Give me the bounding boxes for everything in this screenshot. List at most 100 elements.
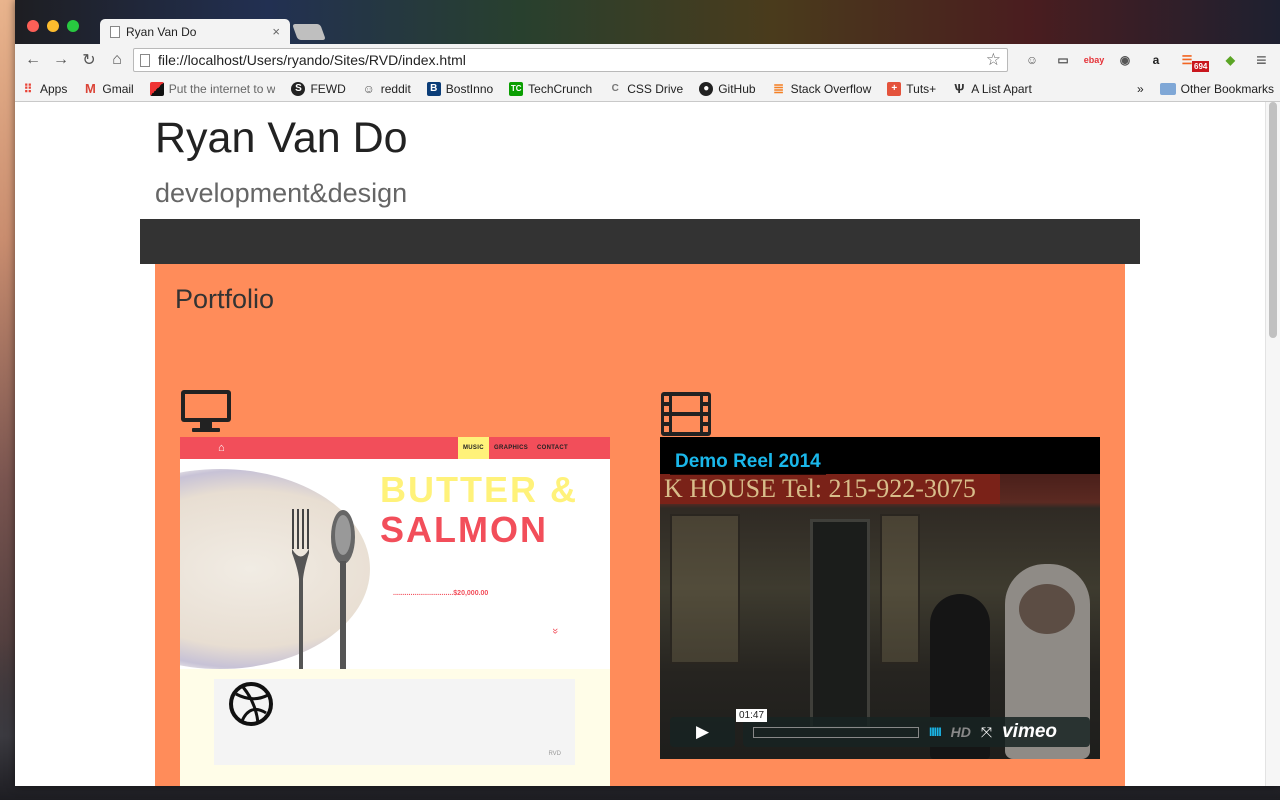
url-text[interactable]: file://localhost/Users/ryando/Sites/RVD/… <box>158 52 978 68</box>
page-scrollbar[interactable] <box>1265 102 1280 786</box>
spoon-image <box>331 510 355 669</box>
site-title: Ryan Van Do <box>155 114 408 162</box>
monkey-extension-icon[interactable]: ☺ <box>1022 50 1042 70</box>
bookmark-tuts[interactable]: + Tuts+ <box>887 81 937 96</box>
bookmark-apps[interactable]: ⠿ Apps <box>21 81 68 96</box>
monkey-face <box>1019 584 1075 634</box>
video-control-bar: 01:47 IIIII HD ⤧ vimeo <box>736 708 1090 747</box>
techcrunch-icon: TC <box>509 81 524 96</box>
cssdrive-icon: C <box>611 83 619 94</box>
home-icon: ⌂ <box>218 442 225 454</box>
bookmark-label: TechCrunch <box>528 81 593 96</box>
bookmark-label: FEWD <box>310 81 346 96</box>
bookmark-label: A List Apart <box>971 81 1032 96</box>
reload-button[interactable]: ↻ <box>77 48 101 72</box>
bookmark-label: BostInno <box>445 81 494 96</box>
scroll-down-chevron-icon: » <box>549 627 562 635</box>
bookmark-label: Tuts+ <box>906 81 937 96</box>
bookmark-label: Stack Overflow <box>790 81 872 96</box>
ebay-icon[interactable]: ebay <box>1084 50 1105 70</box>
tab-close-icon[interactable]: × <box>272 24 280 39</box>
portfolio-section: Portfolio ⌂ MUSIC GRAPHICS CONTACT BUTTE… <box>155 264 1125 786</box>
bookmark-label: Apps <box>40 81 68 96</box>
video-timecode: 01:47 <box>736 708 768 722</box>
bookmark-star-icon[interactable]: ☆ <box>986 50 1001 70</box>
project-nav-contact: CONTACT <box>537 445 568 451</box>
fullscreen-icon[interactable]: ⤧ <box>981 724 992 741</box>
shop-window <box>670 514 740 664</box>
close-window-button[interactable] <box>27 20 39 32</box>
back-button[interactable]: ← <box>21 48 45 72</box>
fork-image <box>292 509 309 669</box>
cast-icon[interactable]: ▭ <box>1053 50 1073 70</box>
bookmark-gmail[interactable]: M Gmail <box>83 81 134 96</box>
bookmarks-overflow-button[interactable]: » <box>1137 82 1144 96</box>
fewd-icon: S <box>291 81 306 96</box>
bookmarks-bar: ⠿ Apps M Gmail Put the internet to w S F… <box>15 76 1280 102</box>
pointer-icon <box>149 81 164 96</box>
bookmark-label: GitHub <box>718 81 756 96</box>
bookmark-reddit[interactable]: ☺ reddit <box>362 82 411 96</box>
scrollbar-thumb[interactable] <box>1269 102 1277 338</box>
bostinno-icon: B <box>426 81 441 96</box>
project-nav-graphics: GRAPHICS <box>494 445 529 451</box>
vimeo-video-player[interactable]: K HOUSE Tel: 215-922-3075 Demo Reel 2014… <box>660 437 1100 759</box>
tab-title: Ryan Van Do <box>126 24 197 39</box>
github-icon: ● <box>699 81 714 96</box>
extension-icons: ☺ ▭ ebay ◉ a ☰ 694 ◆ ≡ <box>1022 49 1271 72</box>
tab-strip: Ryan Van Do × <box>15 0 1280 44</box>
home-button[interactable]: ⌂ <box>105 48 129 72</box>
storefront-sign: K HOUSE Tel: 215-922-3075 <box>660 474 1000 504</box>
hd-toggle[interactable]: HD <box>951 724 971 740</box>
dribbble-panel: RVD <box>214 679 575 765</box>
bookmark-techcrunch[interactable]: TC TechCrunch <box>509 81 593 96</box>
bookmark-label: Other Bookmarks <box>1180 81 1274 96</box>
bookmark-css-drive[interactable]: C CSS Drive <box>608 81 684 96</box>
video-progress-bar[interactable]: 01:47 <box>736 708 919 738</box>
web-project-card[interactable]: ⌂ MUSIC GRAPHICS CONTACT BUTTER & SALMON… <box>180 437 610 786</box>
stackoverflow-icon: ≣ <box>773 80 785 96</box>
reddit-icon: ☺ <box>362 81 375 96</box>
shop-door <box>810 519 870 729</box>
new-tab-button[interactable] <box>292 24 326 40</box>
bookmark-stack-overflow[interactable]: ≣ Stack Overflow <box>772 80 872 96</box>
film-strip-icon <box>661 392 711 436</box>
tuts-icon: + <box>887 81 902 96</box>
project-lower-section: RVD <box>180 669 610 786</box>
evernote-icon[interactable]: ◆ <box>1220 50 1240 70</box>
tab-ryan-van-do[interactable]: Ryan Van Do × <box>100 19 290 44</box>
bookmark-fewd[interactable]: S FEWD <box>291 81 346 96</box>
minimize-window-button[interactable] <box>47 20 59 32</box>
forward-button[interactable]: → <box>49 48 73 72</box>
chrome-menu-icon[interactable]: ≡ <box>1251 50 1271 70</box>
site-navbar <box>140 219 1140 264</box>
bookmark-put-the-internet[interactable]: Put the internet to w <box>149 81 276 96</box>
other-bookmarks-folder[interactable]: Other Bookmarks <box>1159 81 1274 96</box>
rss-count-badge: 694 <box>1192 60 1210 72</box>
zoom-window-button[interactable] <box>67 20 79 32</box>
document-icon <box>110 25 120 38</box>
volume-icon[interactable]: IIIII <box>929 725 942 739</box>
play-button[interactable]: ▶ <box>670 717 735 747</box>
address-bar[interactable]: file://localhost/Users/ryando/Sites/RVD/… <box>133 48 1008 72</box>
project-nav-music: MUSIC <box>458 437 489 459</box>
dribbble-icon <box>229 682 273 726</box>
project-headline-butter: BUTTER & <box>380 469 578 510</box>
bookmark-github[interactable]: ● GitHub <box>699 81 756 96</box>
bookmark-bostinno[interactable]: B BostInno <box>426 81 494 96</box>
bookmark-label: Put the internet to w <box>168 81 276 96</box>
alistapart-icon: Ѱ <box>953 81 965 96</box>
video-controls: ▶ 01:47 IIIII HD ⤧ vimeo <box>670 708 1090 747</box>
page-viewport: Ryan Van Do development&design Portfolio <box>15 102 1265 786</box>
folder-icon <box>1159 82 1176 95</box>
bookmark-label: reddit <box>380 81 411 96</box>
site-subtitle: development&design <box>155 178 408 208</box>
project-nav: ⌂ MUSIC GRAPHICS CONTACT <box>180 437 610 459</box>
vimeo-logo[interactable]: vimeo <box>1002 721 1057 743</box>
shield-extension-icon[interactable]: ◉ <box>1115 50 1135 70</box>
bookmark-label: CSS Drive <box>627 81 684 96</box>
video-title[interactable]: Demo Reel 2014 <box>670 449 826 475</box>
gmail-icon: M <box>84 81 96 96</box>
bookmark-a-list-apart[interactable]: Ѱ A List Apart <box>952 81 1032 96</box>
amazon-icon[interactable]: a <box>1146 50 1166 70</box>
